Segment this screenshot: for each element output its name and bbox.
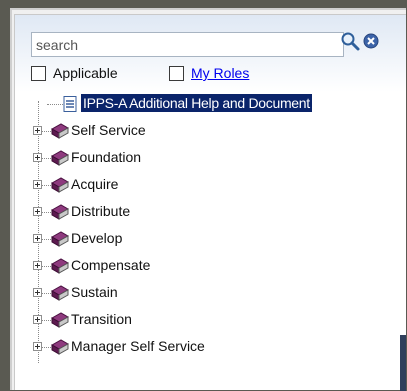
expand-icon[interactable] — [33, 288, 42, 297]
tree-node-label[interactable]: Sustain — [71, 284, 118, 300]
clear-search-icon[interactable] — [360, 30, 382, 52]
tree-node-label[interactable]: Manager Self Service — [71, 338, 205, 354]
expand-icon[interactable] — [33, 234, 42, 243]
book-icon — [50, 312, 70, 328]
expand-icon[interactable] — [33, 261, 42, 270]
tree-node-self-service[interactable]: Self Service — [33, 120, 403, 142]
expand-icon[interactable] — [33, 342, 42, 351]
applicable-checkbox[interactable] — [31, 66, 46, 81]
expand-icon[interactable] — [33, 315, 42, 324]
tree-node-acquire[interactable]: Acquire — [33, 174, 403, 196]
book-icon — [50, 204, 70, 220]
search-icon[interactable] — [339, 30, 361, 52]
tree-node-label[interactable]: Distribute — [71, 203, 130, 219]
help-navigation-panel: Applicable My Roles IPPS-A Additional He… — [14, 14, 406, 391]
book-icon — [50, 258, 70, 274]
applicable-label: Applicable — [53, 65, 118, 81]
expand-icon[interactable] — [33, 180, 42, 189]
search-input[interactable] — [31, 32, 344, 57]
book-icon — [50, 123, 70, 139]
tree-node-label[interactable]: Compensate — [71, 257, 150, 273]
book-icon — [50, 285, 70, 301]
my-roles-checkbox[interactable] — [169, 66, 184, 81]
tree-node-sustain[interactable]: Sustain — [33, 282, 403, 304]
tree-node-distribute[interactable]: Distribute — [33, 201, 403, 223]
book-icon — [50, 150, 70, 166]
tree-node-foundation[interactable]: Foundation — [33, 147, 403, 169]
tree-node-label[interactable]: Self Service — [71, 122, 146, 138]
tree-node-label[interactable]: Transition — [71, 311, 132, 327]
tree-node-label[interactable]: IPPS-A Additional Help and Document — [81, 94, 312, 112]
book-icon — [50, 231, 70, 247]
expand-icon[interactable] — [33, 126, 42, 135]
book-icon — [50, 339, 70, 355]
tree-node-label[interactable]: Acquire — [71, 176, 118, 192]
panel-edge — [400, 335, 406, 391]
tree-node-develop[interactable]: Develop — [33, 228, 403, 250]
tree-node-manager-self-service[interactable]: Manager Self Service — [33, 336, 403, 358]
tree-node-transition[interactable]: Transition — [33, 309, 403, 331]
expand-icon[interactable] — [33, 207, 42, 216]
document-icon — [63, 96, 77, 112]
tree-node-label[interactable]: Develop — [71, 230, 122, 246]
tree-node-ipps-a-help[interactable]: IPPS-A Additional Help and Document — [33, 93, 403, 115]
my-roles-link[interactable]: My Roles — [191, 65, 249, 81]
expand-icon[interactable] — [33, 153, 42, 162]
book-icon — [50, 177, 70, 193]
tree-node-label[interactable]: Foundation — [71, 149, 141, 165]
tree-node-compensate[interactable]: Compensate — [33, 255, 403, 277]
